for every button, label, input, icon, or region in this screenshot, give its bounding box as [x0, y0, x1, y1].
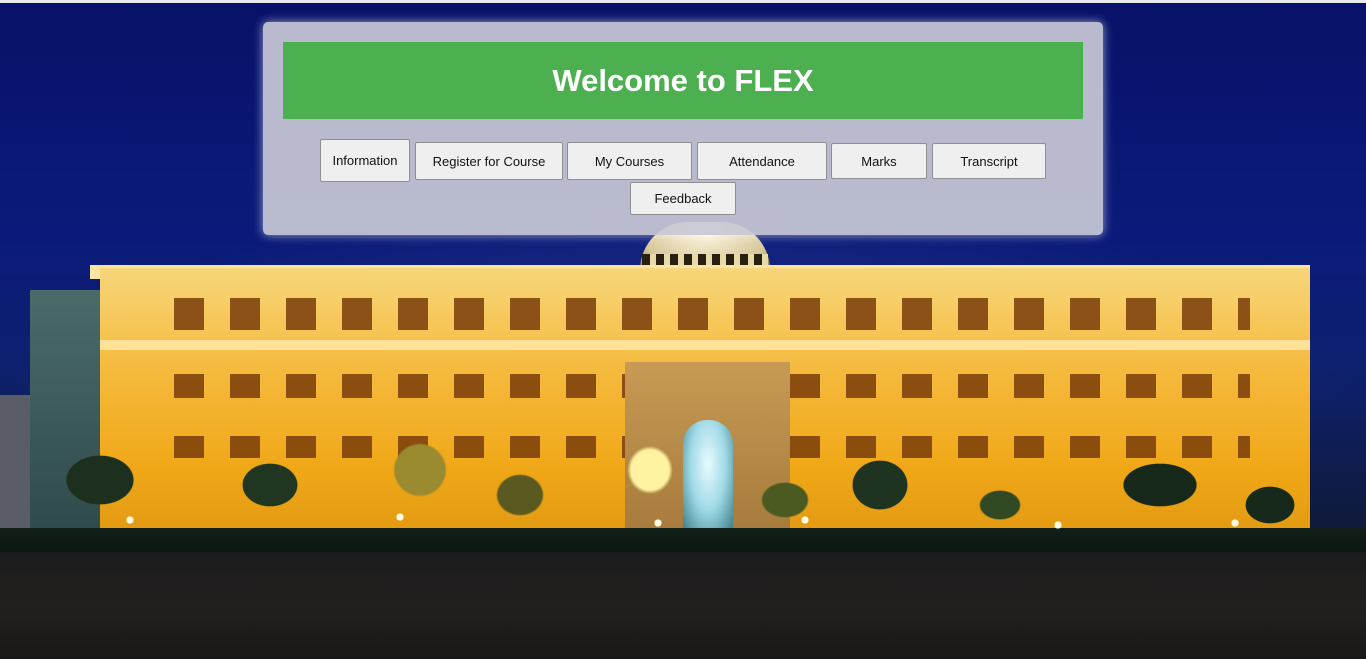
information-button[interactable]: Information [320, 139, 410, 182]
transcript-button[interactable]: Transcript [932, 143, 1046, 179]
marks-button[interactable]: Marks [831, 143, 927, 179]
welcome-banner: Welcome to FLEX [283, 42, 1083, 119]
ground-lights [0, 505, 1366, 535]
ground-field [0, 552, 1366, 659]
my-courses-button[interactable]: My Courses [567, 142, 692, 180]
attendance-button[interactable]: Attendance [697, 142, 827, 180]
page-title: Welcome to FLEX [552, 62, 814, 98]
register-for-course-button[interactable]: Register for Course [415, 142, 563, 180]
feedback-button[interactable]: Feedback [630, 182, 736, 215]
top-edge [0, 0, 1366, 3]
main-panel: Welcome to FLEX Information Register for… [263, 22, 1103, 235]
